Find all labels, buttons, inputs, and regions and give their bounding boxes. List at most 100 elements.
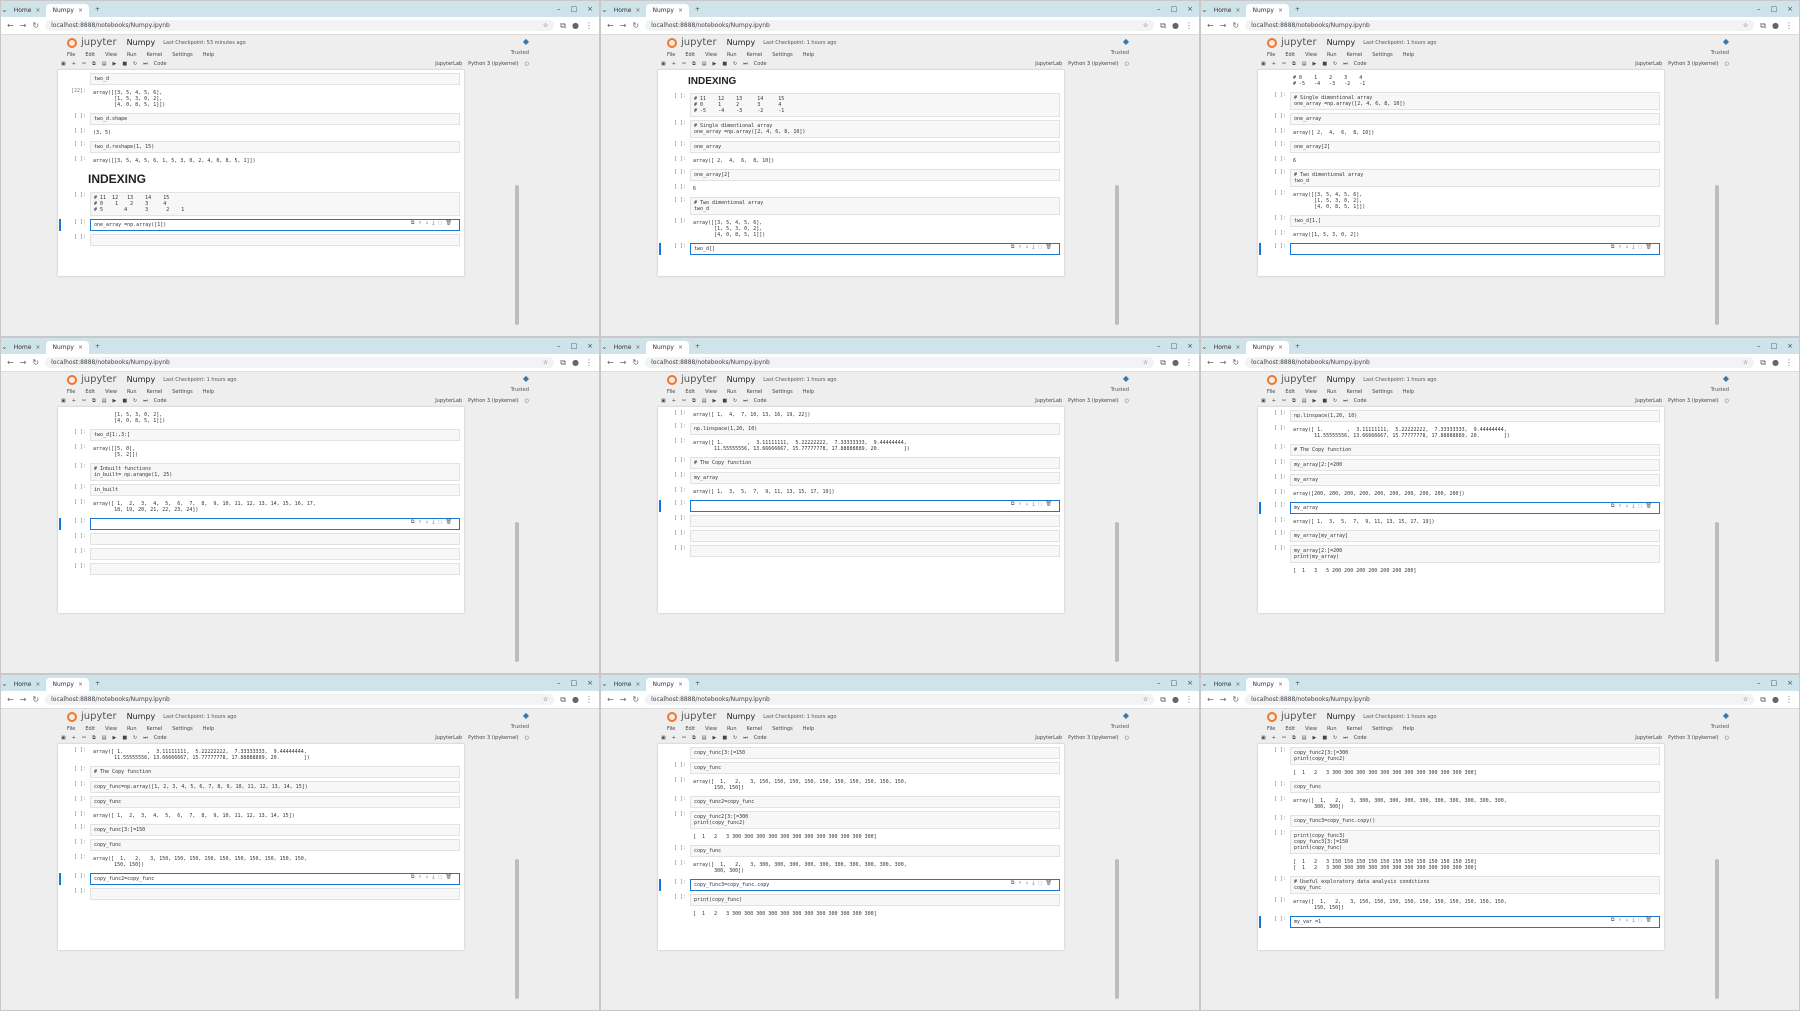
cell-type-select[interactable]: Code [154,398,167,404]
code-input[interactable] [690,545,1060,557]
paste-icon[interactable]: ▤ [102,735,107,741]
star-icon[interactable]: ☆ [1143,359,1148,366]
add-cell-icon[interactable]: + [72,61,76,67]
code-input[interactable]: one_array [690,141,1060,153]
run-all-icon[interactable]: ⏭ [143,735,148,741]
code-input[interactable]: two_d[] [690,243,1060,255]
forward-icon[interactable]: → [1220,695,1227,704]
more-menu-icon[interactable]: ⋮ [1785,695,1793,704]
new-tab-icon[interactable]: + [89,343,106,350]
back-icon[interactable]: ← [1207,358,1214,367]
notebook-title[interactable]: Numpy [727,712,756,721]
notebook-panel[interactable]: two_d [22]: array([[3, 5, 4, 5, 6], [1, 5,… [58,70,464,276]
code-input[interactable]: # The Copy function [90,766,460,778]
star-icon[interactable]: ☆ [543,359,548,366]
menu-help[interactable]: Help [203,389,214,395]
menu-run[interactable]: Run [127,726,137,732]
code-cell[interactable]: [ ]: two_d.reshape(1, 15) [62,141,460,153]
menu-view[interactable]: View [1305,52,1317,58]
extensions-icon[interactable]: ⧉ [560,695,566,705]
restart-icon[interactable]: ↻ [1333,735,1337,741]
scrollbar[interactable] [1115,859,1119,999]
code-input[interactable]: # Two dimentional array two_d [690,197,1060,215]
stop-icon[interactable]: ■ [1322,398,1327,404]
url-input[interactable]: localhost:8888/notebooks/Numpy.ipynb ☆ [45,20,555,31]
close-tab-icon[interactable]: × [1278,7,1283,14]
code-cell[interactable]: [ ]: ⧉↑↓⤓⬚🗑 [1259,243,1660,255]
menu-file[interactable]: File [667,389,675,395]
code-cell[interactable]: [ ]: copy_func3=copy_func.copy() [1262,815,1660,827]
code-input[interactable]: two_d[1:,3:] [90,429,460,441]
cell-type-select[interactable]: Code [754,61,767,67]
code-cell[interactable]: [ ]: copy_func [62,839,460,851]
more-menu-icon[interactable]: ⋮ [1185,695,1193,704]
extensions-icon[interactable]: ⧉ [1760,358,1766,368]
profile-icon[interactable]: ● [572,695,579,704]
tab-home[interactable]: Home × [1208,341,1247,354]
reload-icon[interactable]: ↻ [32,358,39,367]
code-input[interactable] [690,500,1060,512]
minimize-icon[interactable]: – [557,342,561,350]
kernel-name[interactable]: Python 3 (ipykernel) [468,61,519,67]
save-icon[interactable]: ▣ [1261,61,1266,67]
code-cell[interactable]: [ ]: one_array [1262,113,1660,125]
code-input[interactable] [90,533,460,545]
save-icon[interactable]: ▣ [61,61,66,67]
close-window-icon[interactable]: × [1187,5,1193,13]
scrollbar[interactable] [1115,185,1119,325]
menu-edit[interactable]: Edit [1285,389,1295,395]
code-cell[interactable]: [ ]: copy_func2=copy_func [662,796,1060,808]
code-cell[interactable]: [ ]: copy_func2[3:]=300 print(copy_func2) [1262,747,1660,765]
scrollbar[interactable] [1715,185,1719,325]
reload-icon[interactable]: ↻ [32,695,39,704]
maximize-icon[interactable]: □ [571,5,578,13]
close-window-icon[interactable]: × [1787,342,1793,350]
profile-icon[interactable]: ● [1172,695,1179,704]
code-cell[interactable]: [ ]: copy_func2[3:]=300 print(copy_func2) [662,811,1060,829]
kernel-name[interactable]: Python 3 (ipykernel) [1668,398,1719,404]
extensions-icon[interactable]: ⧉ [560,21,566,31]
cell-toolbar[interactable]: ⧉↑↓⤓⬚🗑 [1011,244,1056,250]
back-icon[interactable]: ← [607,21,614,30]
notebook-panel[interactable]: [1, 5, 3, 0, 2], [4, 0, 8, 5, 1]]) [ ]: tw… [58,407,464,613]
notebook-title[interactable]: Numpy [127,38,156,47]
tab-home[interactable]: Home × [1208,4,1247,17]
cell-type-select[interactable]: Code [1354,735,1367,741]
more-menu-icon[interactable]: ⋮ [1785,358,1793,367]
close-window-icon[interactable]: × [1787,679,1793,687]
paste-icon[interactable]: ▤ [702,735,707,741]
forward-icon[interactable]: → [620,21,627,30]
copy-icon[interactable]: ⧉ [1292,398,1296,404]
extensions-icon[interactable]: ⧉ [1760,695,1766,705]
extensions-icon[interactable]: ⧉ [560,358,566,368]
code-input[interactable] [1290,243,1660,255]
run-icon[interactable]: ▶ [112,61,116,67]
code-cell[interactable]: [ ]: [662,515,1060,527]
menu-settings[interactable]: Settings [772,52,793,58]
paste-icon[interactable]: ▤ [102,61,107,67]
add-cell-icon[interactable]: + [72,398,76,404]
menu-edit[interactable]: Edit [685,726,695,732]
run-icon[interactable]: ▶ [1312,398,1316,404]
save-icon[interactable]: ▣ [61,398,66,404]
save-icon[interactable]: ▣ [661,61,666,67]
save-icon[interactable]: ▣ [1261,398,1266,404]
restart-icon[interactable]: ↻ [133,735,137,741]
kernel-name[interactable]: Python 3 (ipykernel) [468,735,519,741]
code-cell[interactable]: [ ]: my_array ⧉↑↓⤓⬚🗑 [1259,502,1660,514]
forward-icon[interactable]: → [620,358,627,367]
notebook-title[interactable]: Numpy [1327,375,1356,384]
code-input[interactable]: copy_func [690,762,1060,774]
cell-toolbar[interactable]: ⧉↑↓⤓⬚🗑 [1611,917,1656,923]
jupyterlab-link[interactable]: JupyterLab [435,398,462,404]
maximize-icon[interactable]: □ [571,679,578,687]
trusted-badge[interactable]: Trusted [1111,387,1129,393]
code-input[interactable]: copy_func2=copy_func [90,873,460,885]
code-cell[interactable]: [ ]: # Two dimentional array two_d [662,197,1060,215]
code-cell[interactable]: [ ]: two_d[1:,3:] [62,429,460,441]
jupyter-logo[interactable]: jupyter Numpy Last Checkpoint: 1 hours a… [67,374,529,385]
code-input[interactable] [690,530,1060,542]
scrollbar[interactable] [515,185,519,325]
code-cell[interactable]: two_d [62,73,460,85]
restart-icon[interactable]: ↻ [733,61,737,67]
